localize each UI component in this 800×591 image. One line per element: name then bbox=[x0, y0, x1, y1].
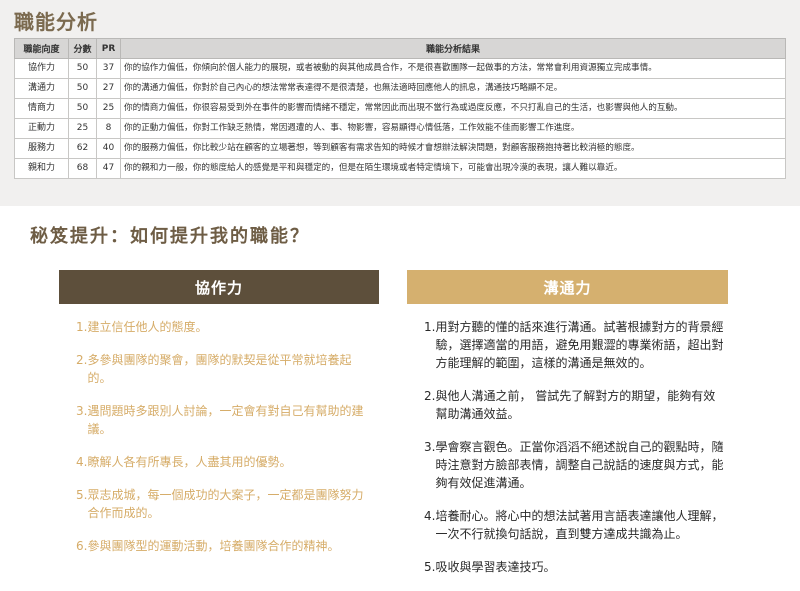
item-text: 眾志成城，每一個成功的大案子，一定都是團隊努力合作而成的。 bbox=[87, 488, 364, 520]
item-number: 1. bbox=[424, 320, 436, 334]
item-number: 3. bbox=[76, 404, 88, 418]
row-result: 你的溝通力偏低，你對於自己內心的想法常常表達得不是很清楚，也無法適時回應他人的訊… bbox=[120, 78, 786, 99]
row-pr: 27 bbox=[96, 78, 121, 99]
row-score: 25 bbox=[68, 118, 97, 139]
row-name: 服務力 bbox=[14, 138, 69, 159]
row-pr: 8 bbox=[96, 118, 121, 139]
table-row: 溝通力 50 27 你的溝通力偏低，你對於自己內心的想法常常表達得不是很清楚，也… bbox=[14, 78, 786, 99]
communication-heading: 溝通力 bbox=[407, 270, 728, 304]
list-item: 3. 遇問題時多跟別人討論，一定會有對自己有幫助的建議。 bbox=[76, 402, 376, 438]
item-text: 用對方聽的懂的話來進行溝通。試著根據對方的背景經驗，選擇適當的用語，避免用艱澀的… bbox=[435, 320, 724, 370]
analysis-section: 職能分析 職能向度 分數 PR 職能分析結果 協作力 50 37 你的協作力偏低… bbox=[0, 0, 800, 206]
item-text: 建立信任他人的態度。 bbox=[87, 320, 208, 334]
item-number: 6. bbox=[76, 539, 88, 553]
header-result: 職能分析結果 bbox=[120, 38, 786, 59]
list-item: 4. 培養耐心。將心中的想法試著用言語表達讓他人理解，一次不行就換句話說，直到雙方… bbox=[424, 507, 724, 543]
item-text: 學會察言觀色。正當你滔滔不絕述說自己的觀點時，隨時注意對方臉部表情，調整自己說話… bbox=[435, 440, 724, 490]
table-row: 協作力 50 37 你的協作力偏低，你傾向於個人能力的展現，或者被動的與其他成員… bbox=[14, 58, 786, 79]
row-name: 溝通力 bbox=[14, 78, 69, 99]
item-number: 5. bbox=[424, 560, 436, 574]
list-item: 5. 眾志成城，每一個成功的大案子，一定都是團隊努力合作而成的。 bbox=[76, 486, 376, 522]
item-text: 參與團隊型的運動活動，培養團隊合作的精神。 bbox=[87, 539, 340, 553]
item-text: 遇問題時多跟別人討論，一定會有對自己有幫助的建議。 bbox=[87, 404, 364, 436]
section-title: 職能分析 bbox=[14, 10, 98, 34]
row-name: 情商力 bbox=[14, 98, 69, 119]
header-score: 分數 bbox=[68, 38, 97, 59]
collaboration-tips-list: 1. 建立信任他人的態度。 2. 多參與團隊的聚會，團隊的默契是從平常就培養起的。 … bbox=[76, 318, 376, 570]
row-name: 親和力 bbox=[14, 158, 69, 179]
item-text: 吸收與學習表達技巧。 bbox=[435, 560, 556, 574]
row-name: 正動力 bbox=[14, 118, 69, 139]
table-row: 正動力 25 8 你的正動力偏低，你對工作缺乏熱情，常因週遭的人、事、物影響，容… bbox=[14, 118, 786, 139]
list-item: 1. 建立信任他人的態度。 bbox=[76, 318, 376, 336]
list-item: 6. 參與團隊型的運動活動，培養團隊合作的精神。 bbox=[76, 537, 376, 555]
table-header-row: 職能向度 分數 PR 職能分析結果 bbox=[14, 38, 786, 59]
item-number: 5. bbox=[76, 488, 88, 502]
item-text: 與他人溝通之前， 嘗試先了解對方的期望，能夠有效幫助溝通效益。 bbox=[435, 389, 716, 421]
row-pr: 37 bbox=[96, 58, 121, 79]
list-item: 2. 多參與團隊的聚會，團隊的默契是從平常就培養起的。 bbox=[76, 351, 376, 387]
header-dimension: 職能向度 bbox=[14, 38, 69, 59]
list-item: 3. 學會察言觀色。正當你滔滔不絕述說自己的觀點時，隨時注意對方臉部表情，調整自己… bbox=[424, 438, 724, 492]
row-result: 你的親和力一般，你的態度給人的感覺是平和與穩定的，但是在陌生環境或者特定情境下，… bbox=[120, 158, 786, 179]
row-result: 你的服務力偏低，你比較少站在顧客的立場著想，等到顧客有需求告知的時候才會想辦法解… bbox=[120, 138, 786, 159]
item-number: 3. bbox=[424, 440, 436, 454]
item-text: 多參與團隊的聚會，團隊的默契是從平常就培養起的。 bbox=[87, 353, 352, 385]
row-score: 50 bbox=[68, 58, 97, 79]
item-text: 瞭解人各有所專長，人盡其用的優勢。 bbox=[87, 455, 292, 469]
item-number: 1. bbox=[76, 320, 88, 334]
list-item: 4. 瞭解人各有所專長，人盡其用的優勢。 bbox=[76, 453, 376, 471]
row-pr: 47 bbox=[96, 158, 121, 179]
item-text: 培養耐心。將心中的想法試著用言語表達讓他人理解，一次不行就換句話說，直到雙方達成… bbox=[435, 509, 724, 541]
row-result: 你的協作力偏低，你傾向於個人能力的展現，或者被動的與其他成員合作，不是很喜歡團隊… bbox=[120, 58, 786, 79]
header-pr: PR bbox=[96, 38, 121, 59]
row-score: 50 bbox=[68, 78, 97, 99]
skills-table: 職能向度 分數 PR 職能分析結果 協作力 50 37 你的協作力偏低，你傾向於… bbox=[14, 38, 786, 179]
row-pr: 25 bbox=[96, 98, 121, 119]
list-item: 1. 用對方聽的懂的話來進行溝通。試著根據對方的背景經驗，選擇適當的用語，避免用艱… bbox=[424, 318, 724, 372]
table-row: 情商力 50 25 你的情商力偏低，你很容易受到外在事件的影響而情緒不穩定，常常… bbox=[14, 98, 786, 119]
row-result: 你的情商力偏低，你很容易受到外在事件的影響而情緒不穩定，常常因此而出現不當行為或… bbox=[120, 98, 786, 119]
row-pr: 40 bbox=[96, 138, 121, 159]
item-number: 2. bbox=[424, 389, 436, 403]
list-item: 2. 與他人溝通之前， 嘗試先了解對方的期望，能夠有效幫助溝通效益。 bbox=[424, 387, 724, 423]
list-item: 5. 吸收與學習表達技巧。 bbox=[424, 558, 724, 576]
row-score: 50 bbox=[68, 98, 97, 119]
row-result: 你的正動力偏低，你對工作缺乏熱情，常因週遭的人、事、物影響，容易顯得心情低落，工… bbox=[120, 118, 786, 139]
item-number: 2. bbox=[76, 353, 88, 367]
item-number: 4. bbox=[76, 455, 88, 469]
table-row: 服務力 62 40 你的服務力偏低，你比較少站在顧客的立場著想，等到顧客有需求告… bbox=[14, 138, 786, 159]
communication-tips-list: 1. 用對方聽的懂的話來進行溝通。試著根據對方的背景經驗，選擇適當的用語，避免用艱… bbox=[424, 318, 724, 591]
tips-title: 秘笈提升：如何提升我的職能？ bbox=[30, 226, 310, 247]
row-score: 62 bbox=[68, 138, 97, 159]
row-score: 68 bbox=[68, 158, 97, 179]
item-number: 4. bbox=[424, 509, 436, 523]
table-row: 親和力 68 47 你的親和力一般，你的態度給人的感覺是平和與穩定的，但是在陌生… bbox=[14, 158, 786, 179]
collaboration-heading: 協作力 bbox=[59, 270, 379, 304]
row-name: 協作力 bbox=[14, 58, 69, 79]
